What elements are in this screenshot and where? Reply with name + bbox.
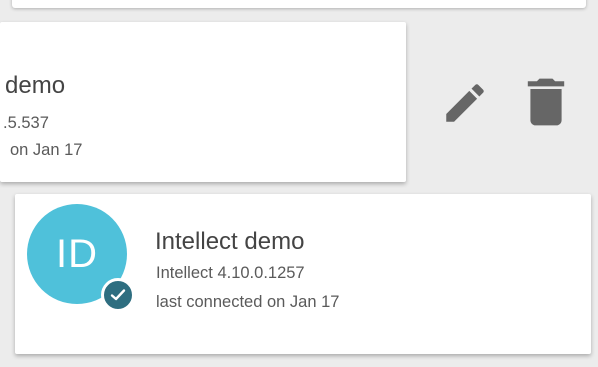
- server-last-connected: last connected on Jan 17: [156, 293, 340, 311]
- delete-button[interactable]: [522, 76, 570, 128]
- pencil-icon: [446, 84, 484, 122]
- avatar: ID: [27, 204, 135, 312]
- server-title: demo: [5, 72, 66, 99]
- connected-status-badge: [101, 278, 135, 312]
- server-title: Intellect demo: [155, 228, 305, 255]
- trash-icon: [527, 78, 565, 126]
- server-last-connected: on Jan 17: [10, 141, 83, 159]
- server-version: Intellect 4.10.0.1257: [156, 264, 305, 282]
- swiped-server-card[interactable]: demo .5.537 on Jan 17: [0, 22, 406, 182]
- server-card[interactable]: ID Intellect demo Intellect 4.10.0.1257 …: [15, 194, 591, 354]
- previous-server-card[interactable]: [12, 0, 586, 8]
- server-version: .5.537: [3, 114, 49, 132]
- check-icon: [110, 289, 126, 301]
- edit-button[interactable]: [440, 78, 490, 128]
